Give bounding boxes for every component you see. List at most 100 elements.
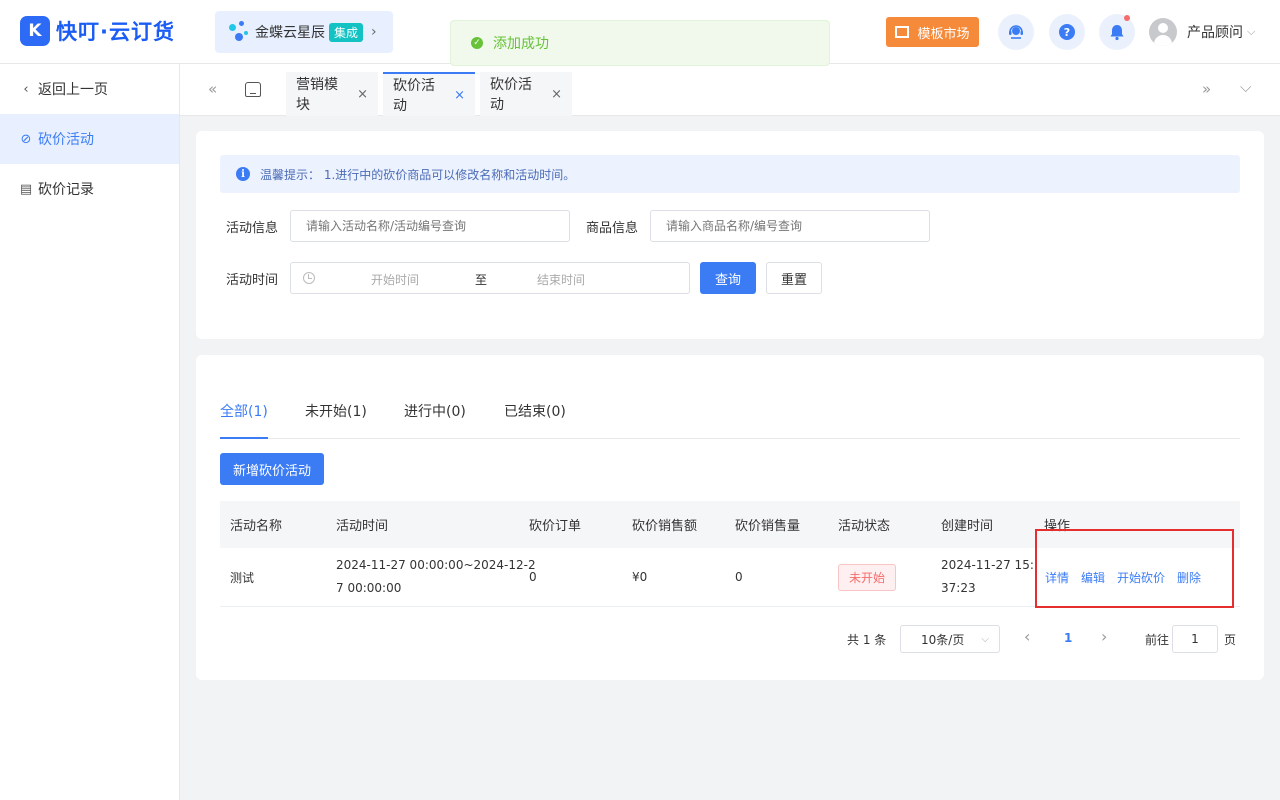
headset-icon	[1009, 25, 1023, 39]
status-badge: 未开始	[838, 563, 897, 591]
tip-text: 温馨提示： 1.进行中的砍价商品可以修改名称和活动时间。	[260, 167, 576, 182]
user-menu[interactable]: 产品顾问 ⌵	[1149, 18, 1255, 46]
tab-in-progress[interactable]: 进行中(0)	[404, 401, 466, 439]
chevron-right-icon: ›	[371, 24, 377, 40]
scroll-right-icon[interactable]: »	[1202, 80, 1211, 98]
tab-label: 砍价活动	[393, 78, 435, 114]
kingdee-name: 金蝶云星辰	[255, 25, 325, 41]
info-icon: i	[236, 167, 250, 181]
template-market-label: 模板市场	[917, 26, 970, 42]
activity-list-panel: 全部(1) 未开始(1) 进行中(0) 已结束(0) 新增砍价活动 活动名称 活…	[196, 355, 1264, 680]
query-button[interactable]: 查询	[700, 262, 756, 294]
goods-info-input[interactable]	[650, 210, 930, 242]
success-toast: ✓ 添加成功	[450, 20, 830, 66]
notification-button[interactable]	[1099, 14, 1135, 50]
pagination-total: 共 1 条	[847, 633, 887, 647]
created-time-line: 2024-11-27 15:	[941, 558, 1034, 572]
detail-link[interactable]: 详情	[1045, 569, 1069, 586]
check-circle-icon: ✓	[471, 37, 483, 49]
app-title: 快叮·云订货	[56, 20, 175, 44]
tab-bargain-activity-active[interactable]: 砍价活动 ×	[383, 72, 475, 116]
integration-badge: 集成	[329, 22, 364, 42]
svg-text:?: ?	[1064, 26, 1070, 39]
status-tabs: 全部(1) 未开始(1) 进行中(0) 已结束(0)	[220, 395, 1240, 439]
activity-info-input[interactable]	[290, 210, 570, 242]
clock-icon	[303, 272, 315, 284]
home-icon[interactable]	[245, 82, 261, 97]
tab-label: 营销模块	[296, 77, 338, 113]
next-page-button[interactable]: ›	[1101, 627, 1107, 646]
column-header: 砍价订单	[529, 519, 582, 534]
tab-marketing-module[interactable]: 营销模块 ×	[286, 72, 378, 116]
column-header: 活动状态	[838, 519, 891, 534]
notification-dot	[1124, 15, 1130, 21]
created-time-line: 37:23	[941, 581, 976, 595]
close-icon[interactable]: ×	[454, 88, 465, 103]
tab-bargain-activity[interactable]: 砍价活动 ×	[480, 72, 572, 116]
sales-qty-cell: 0	[735, 570, 743, 584]
table-header: 活动名称 活动时间 砍价订单 砍价销售额 砍价销售量 活动状态 创建时间 操作	[220, 501, 1240, 548]
page-size-select[interactable]: 10条/页 ⌵	[900, 625, 1000, 653]
created-time-cell: 2024-11-27 15: 37:23	[941, 548, 1034, 606]
column-header: 砍价销售量	[735, 519, 801, 534]
activity-time-label: 活动时间	[226, 273, 279, 288]
activity-time-line: 7 00:00:00	[336, 581, 402, 595]
close-icon[interactable]: ×	[357, 87, 368, 102]
start-time-input[interactable]: 开始时间	[371, 271, 419, 288]
customer-service-button[interactable]	[998, 14, 1034, 50]
template-market-button[interactable]: 模板市场	[886, 17, 979, 47]
chevron-left-icon: ‹	[23, 81, 29, 97]
edit-link[interactable]: 编辑	[1081, 569, 1105, 586]
filter-panel: i 温馨提示： 1.进行中的砍价商品可以修改名称和活动时间。 活动信息 商品信息…	[196, 131, 1264, 339]
app-logo[interactable]: K 快叮·云订货	[20, 16, 175, 46]
page-size-value: 10条/页	[921, 632, 965, 647]
orders-cell: 0	[529, 570, 537, 584]
chevron-down-icon[interactable]: ⌵	[1240, 78, 1251, 96]
table-row: 测试 2024-11-27 00:00:00~2024-12-2 7 00:00…	[220, 548, 1240, 607]
sidebar-item-label: 返回上一页	[38, 82, 108, 98]
tab-ended[interactable]: 已结束(0)	[504, 401, 566, 439]
close-icon[interactable]: ×	[551, 87, 562, 102]
status-cell: 未开始	[838, 548, 897, 606]
sidebar-item-bargain-records[interactable]: ▤ 砍价记录	[0, 164, 179, 214]
activity-time-line: 2024-11-27 00:00:00~2024-12-2	[336, 558, 536, 572]
clipboard-icon: ▤	[19, 181, 33, 197]
tab-all[interactable]: 全部(1)	[220, 401, 268, 439]
goto-page-input[interactable]	[1172, 625, 1218, 653]
sales-amount-cell: ¥0	[632, 570, 648, 584]
prev-page-button[interactable]: ‹	[1024, 627, 1030, 646]
start-bargain-link[interactable]: 开始砍价	[1117, 569, 1165, 586]
end-time-input[interactable]: 结束时间	[537, 271, 585, 288]
column-header: 创建时间	[941, 519, 994, 534]
chevron-down-icon: ⌵	[1247, 25, 1256, 38]
sidebar-item-back[interactable]: ‹ 返回上一页	[0, 64, 179, 114]
page-number-current[interactable]: 1	[1064, 631, 1072, 645]
tag-off-icon: ⊘	[20, 131, 32, 147]
add-bargain-activity-button[interactable]: 新增砍价活动	[220, 453, 324, 485]
help-button[interactable]: ?	[1049, 14, 1085, 50]
chevron-down-icon: ⌵	[981, 633, 989, 645]
goto-label: 前往	[1145, 633, 1170, 647]
reset-button[interactable]: 重置	[766, 262, 822, 294]
kingdee-integration-button[interactable]: 金蝶云星辰 集成 ›	[215, 11, 393, 53]
avatar	[1149, 18, 1177, 46]
kingdee-logo-icon	[229, 21, 251, 43]
column-header: 活动名称	[230, 519, 283, 534]
sidebar: ‹ 返回上一页 ⊘ 砍价活动 ▤ 砍价记录	[0, 64, 180, 800]
help-icon: ?	[1059, 24, 1075, 40]
delete-link[interactable]: 删除	[1177, 569, 1201, 586]
scroll-left-icon[interactable]: «	[208, 80, 217, 98]
goods-info-label: 商品信息	[586, 221, 639, 236]
layout-icon	[895, 26, 910, 38]
tab-not-started[interactable]: 未开始(1)	[305, 401, 367, 439]
range-separator: 至	[475, 273, 488, 287]
bell-icon	[1110, 25, 1124, 41]
sidebar-item-bargain-activity[interactable]: ⊘ 砍价活动	[0, 114, 179, 164]
toast-message: 添加成功	[493, 36, 549, 52]
column-header: 操作	[1044, 519, 1071, 534]
activity-name-cell: 测试	[230, 570, 255, 585]
column-header: 活动时间	[336, 519, 389, 534]
tab-label: 砍价活动	[490, 77, 532, 113]
activity-time-range-picker[interactable]: 开始时间 至 结束时间	[290, 262, 690, 294]
user-name: 产品顾问	[1187, 25, 1243, 41]
